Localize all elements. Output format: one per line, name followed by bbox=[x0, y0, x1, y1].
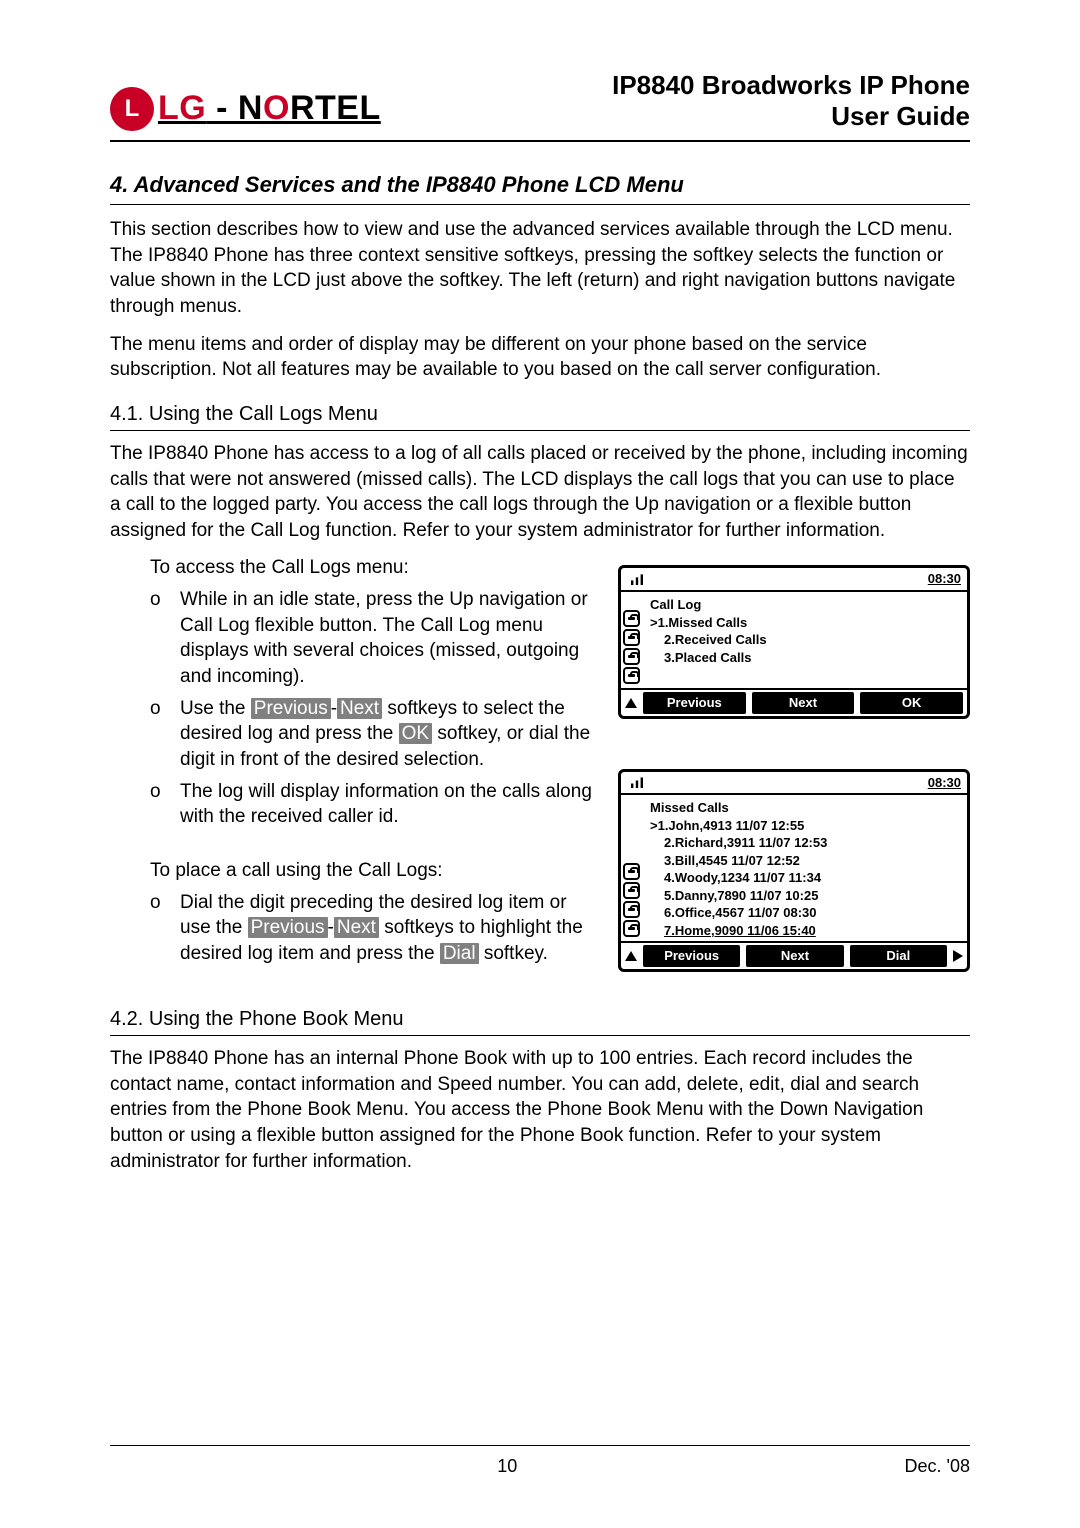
previous-softkey-label: Previous bbox=[251, 698, 331, 719]
bullet-marker: o bbox=[150, 587, 180, 690]
line-key-icon[interactable] bbox=[623, 920, 640, 937]
page-header: L LG - NORTEL IP8840 Broadworks IP Phone… bbox=[110, 70, 970, 142]
line-key-icon[interactable] bbox=[623, 629, 640, 646]
lcd-title: Missed Calls bbox=[650, 799, 827, 817]
line-key-icon[interactable] bbox=[623, 882, 640, 899]
dial-softkey-label: Dial bbox=[440, 943, 479, 964]
lcd-item[interactable]: 4.Woody,1234 11/07 11:34 bbox=[650, 869, 827, 887]
page-number: 10 bbox=[497, 1454, 517, 1478]
doc-title: IP8840 Broadworks IP Phone User Guide bbox=[612, 70, 970, 132]
lcd-clock: 08:30 bbox=[928, 570, 961, 588]
access-item-1-text: While in an idle state, press the Up nav… bbox=[180, 587, 602, 690]
lcd-left-line-keys bbox=[621, 795, 642, 941]
signal-icon bbox=[627, 776, 643, 788]
line-key-icon[interactable] bbox=[623, 648, 640, 665]
section-4-para2: The menu items and order of display may … bbox=[110, 332, 970, 383]
access-item-3: o The log will display information on th… bbox=[150, 779, 602, 830]
softkey-previous[interactable]: Previous bbox=[643, 692, 746, 714]
softkey-previous[interactable]: Previous bbox=[643, 945, 740, 967]
signal-icon bbox=[627, 573, 643, 585]
access-item-3-text: The log will display information on the … bbox=[180, 779, 602, 830]
access-item-2-text: Use the Previous-Next softkeys to select… bbox=[180, 696, 602, 773]
lcd-status-bar: 08:30 bbox=[621, 568, 967, 592]
doc-title-line2: User Guide bbox=[612, 101, 970, 132]
lcd-item[interactable]: 2.Richard,3911 11/07 12:53 bbox=[650, 834, 827, 852]
previous-softkey-label: Previous bbox=[248, 917, 328, 938]
lcd-title: Call Log bbox=[650, 596, 767, 614]
bullet-marker: o bbox=[150, 696, 180, 773]
next-softkey-label: Next bbox=[334, 917, 379, 938]
line-key-icon[interactable] bbox=[623, 667, 640, 684]
softkey-next[interactable]: Next bbox=[752, 692, 855, 714]
lcd-item-selected[interactable]: >1.Missed Calls bbox=[650, 614, 767, 632]
logo-mark-icon: L bbox=[110, 87, 154, 131]
lcd-softkey-row: Previous Next Dial bbox=[621, 941, 967, 969]
line-key-icon[interactable] bbox=[623, 901, 640, 918]
section-4-1-body: To access the Call Logs menu: o While in… bbox=[110, 555, 970, 972]
bullet-marker: o bbox=[150, 779, 180, 830]
section-4-1-right: 08:30 Call Log >1.Missed Calls 2.Receive… bbox=[618, 555, 970, 972]
lcd-item[interactable]: 3.Bill,4545 11/07 12:52 bbox=[650, 852, 827, 870]
line-key-icon[interactable] bbox=[623, 610, 640, 627]
access-lead: To access the Call Logs menu: bbox=[150, 555, 602, 581]
back-arrow-icon[interactable] bbox=[625, 698, 637, 708]
brand-logo-text: LG - NORTEL bbox=[158, 86, 381, 132]
page-footer: 10 Dec. '08 bbox=[110, 1445, 970, 1478]
back-arrow-icon[interactable] bbox=[625, 951, 637, 961]
lcd-item[interactable]: 5.Danny,7890 11/07 10:25 bbox=[650, 887, 827, 905]
ok-softkey-label: OK bbox=[399, 723, 432, 744]
lcd-right-line-keys bbox=[833, 795, 1080, 941]
lcd-item[interactable]: 7.Home,9090 11/06 15:40 bbox=[650, 922, 827, 940]
brand-logo: L LG - NORTEL bbox=[110, 86, 381, 132]
bullet-marker: o bbox=[150, 890, 180, 967]
section-4-1-left: To access the Call Logs menu: o While in… bbox=[110, 555, 602, 966]
section-4-2-para: The IP8840 Phone has an internal Phone B… bbox=[110, 1046, 970, 1174]
section-4-2-heading: 4.2. Using the Phone Book Menu bbox=[110, 1006, 970, 1036]
softkey-ok[interactable]: OK bbox=[860, 692, 963, 714]
lcd-right-line-keys bbox=[773, 592, 1080, 688]
lcd-softkey-row: Previous Next OK bbox=[621, 688, 967, 716]
line-key-icon[interactable] bbox=[623, 863, 640, 880]
place-item-1-text: Dial the digit preceding the desired log… bbox=[180, 890, 602, 967]
page: L LG - NORTEL IP8840 Broadworks IP Phone… bbox=[0, 0, 1080, 1528]
footer-date: Dec. '08 bbox=[905, 1454, 970, 1478]
place-lead: To place a call using the Call Logs: bbox=[150, 858, 602, 884]
lcd-item[interactable]: 6.Office,4567 11/07 08:30 bbox=[650, 904, 827, 922]
lcd-left-line-keys bbox=[621, 592, 642, 688]
section-4-1-heading: 4.1. Using the Call Logs Menu bbox=[110, 401, 970, 431]
lcd-missed-calls: 08:30 Missed Calls >1.John,4913 11/07 12… bbox=[618, 769, 970, 972]
section-4-1-para: The IP8840 Phone has access to a log of … bbox=[110, 441, 970, 544]
lcd-clock: 08:30 bbox=[928, 774, 961, 792]
softkey-next[interactable]: Next bbox=[746, 945, 843, 967]
section-4-para1: This section describes how to view and u… bbox=[110, 217, 970, 320]
softkey-dial[interactable]: Dial bbox=[850, 945, 947, 967]
lcd-content: Missed Calls >1.John,4913 11/07 12:55 2.… bbox=[642, 795, 833, 941]
lcd-item-selected[interactable]: >1.John,4913 11/07 12:55 bbox=[650, 817, 827, 835]
lcd-status-bar: 08:30 bbox=[621, 772, 967, 796]
next-softkey-label: Next bbox=[337, 698, 382, 719]
lcd-call-log-menu: 08:30 Call Log >1.Missed Calls 2.Receive… bbox=[618, 565, 970, 718]
doc-title-line1: IP8840 Broadworks IP Phone bbox=[612, 70, 970, 101]
access-item-2: o Use the Previous-Next softkeys to sele… bbox=[150, 696, 602, 773]
forward-arrow-icon[interactable] bbox=[953, 950, 963, 962]
lcd-item[interactable]: 3.Placed Calls bbox=[650, 649, 767, 667]
lcd-content: Call Log >1.Missed Calls 2.Received Call… bbox=[642, 592, 773, 688]
place-item-1: o Dial the digit preceding the desired l… bbox=[150, 890, 602, 967]
access-item-1: o While in an idle state, press the Up n… bbox=[150, 587, 602, 690]
lcd-item[interactable]: 2.Received Calls bbox=[650, 631, 767, 649]
section-4-heading: 4. Advanced Services and the IP8840 Phon… bbox=[110, 170, 970, 205]
